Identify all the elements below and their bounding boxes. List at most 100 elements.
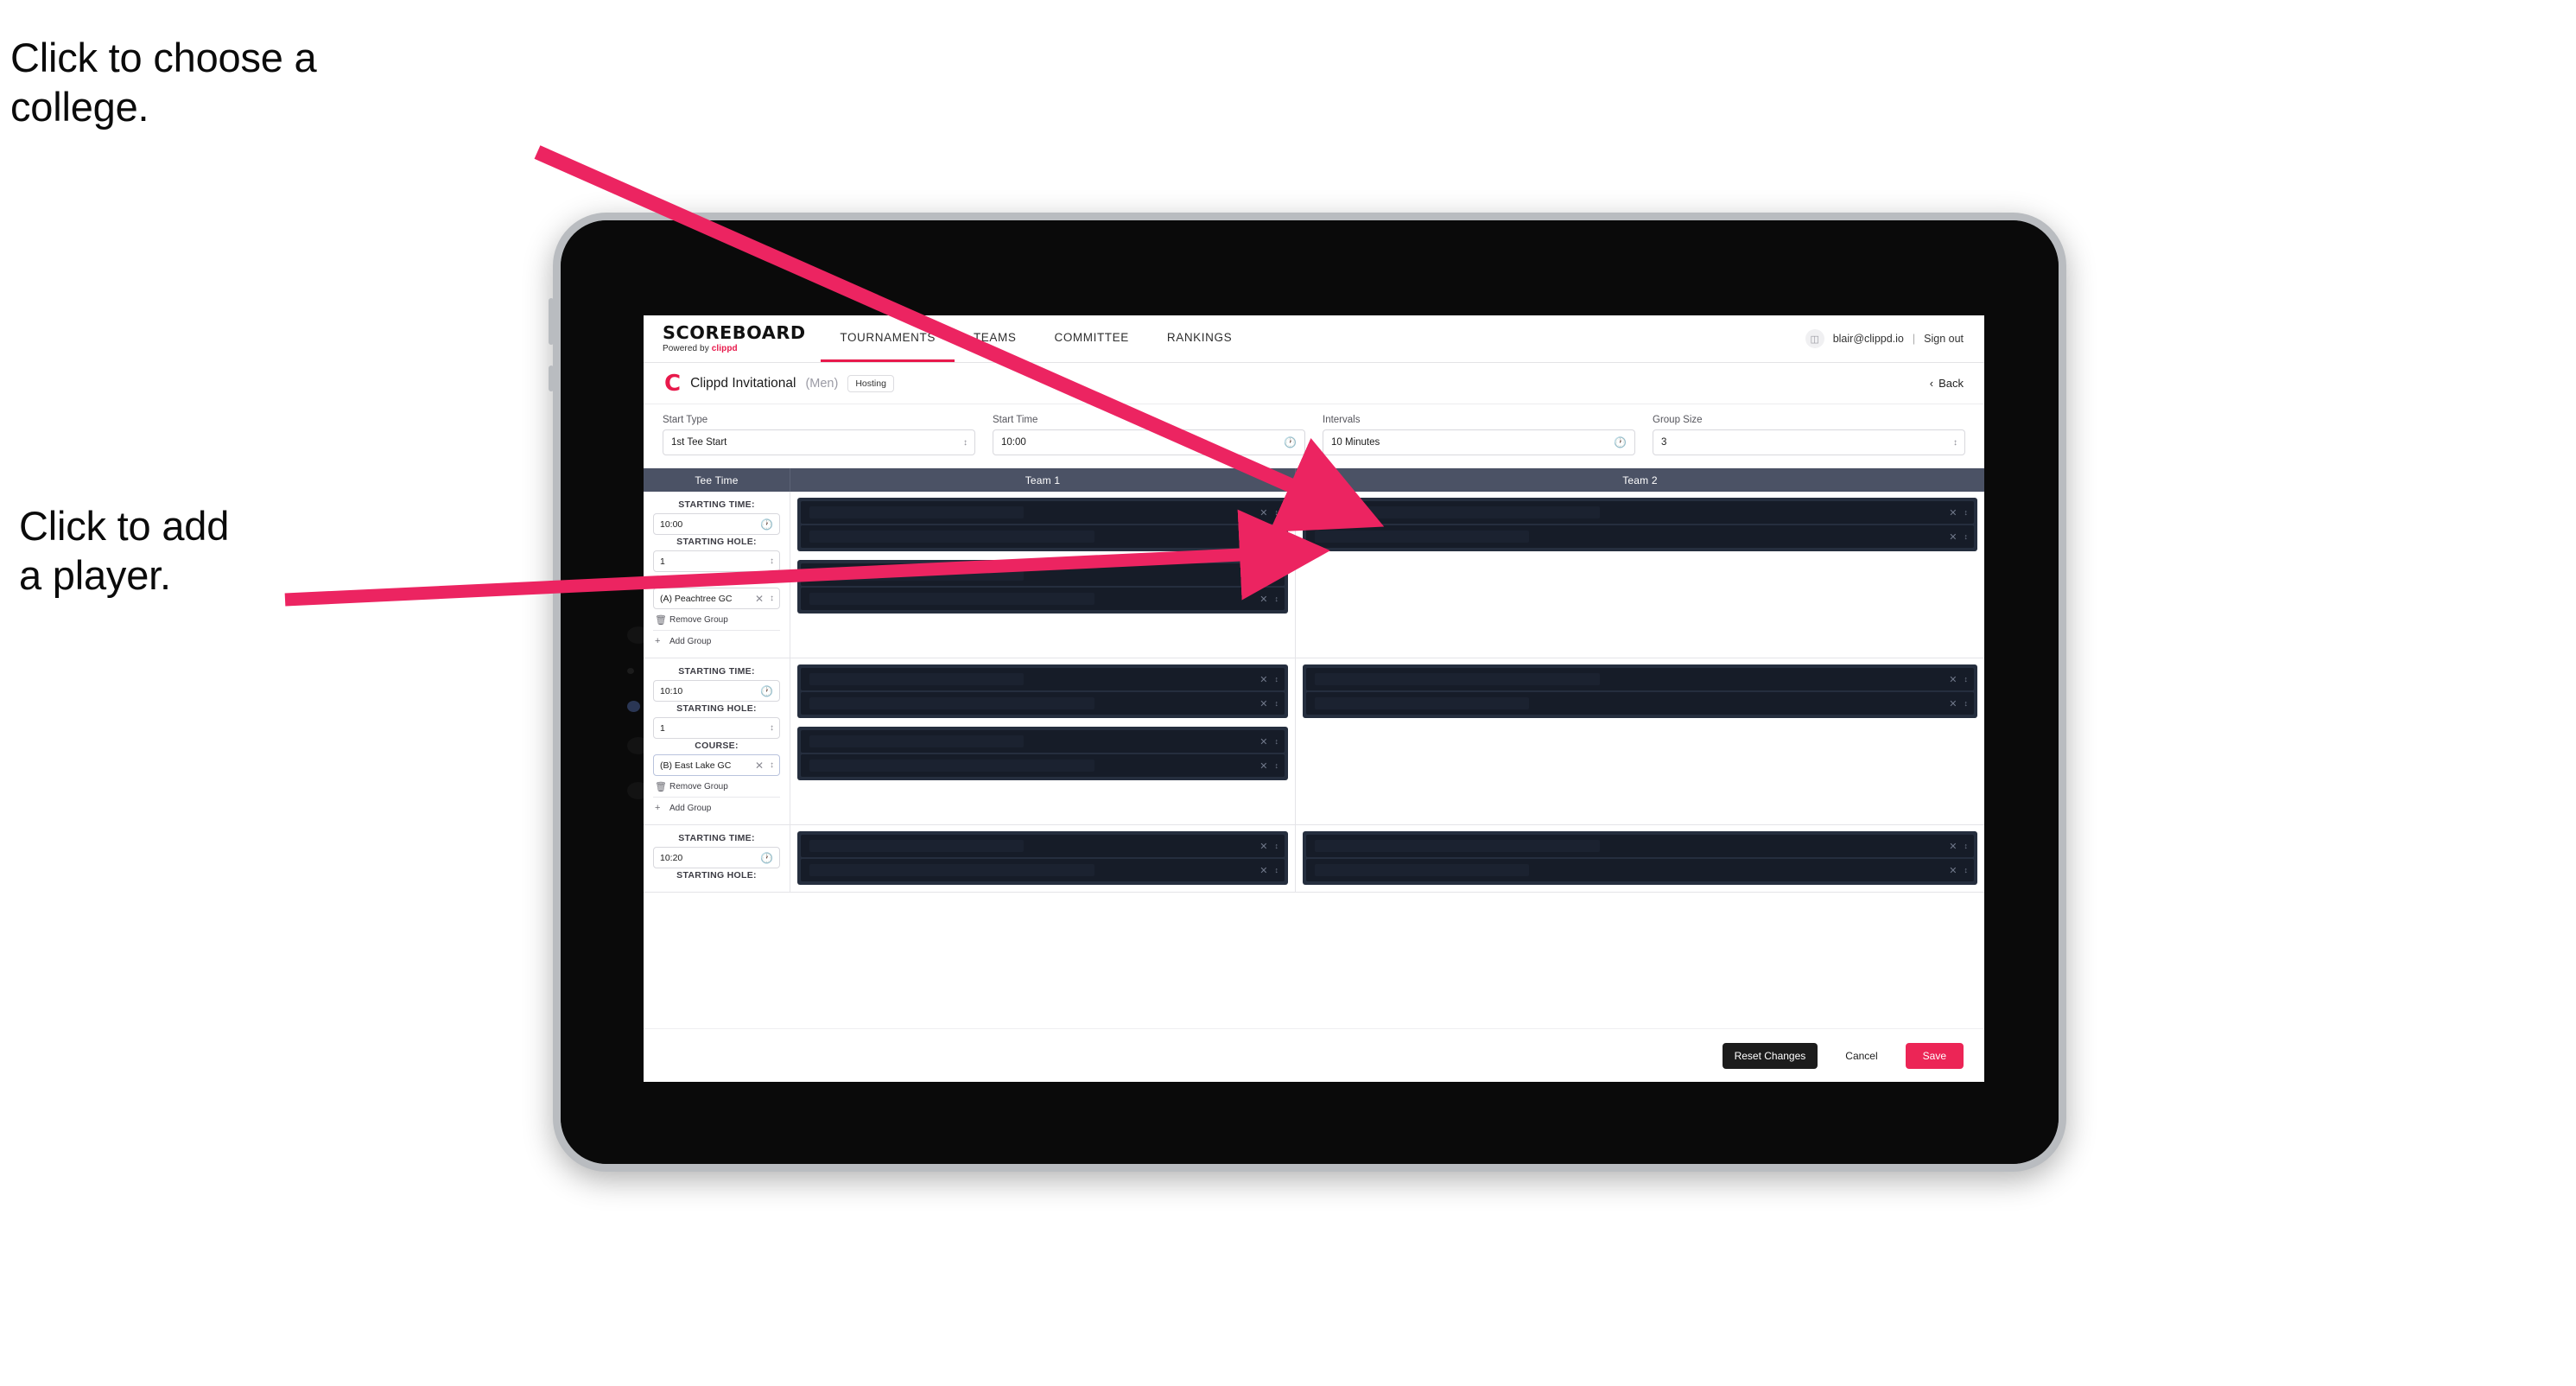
clear-icon[interactable]: ✕ [1259, 507, 1267, 518]
clear-icon[interactable]: ✕ [1949, 531, 1957, 543]
clock-icon[interactable]: 🕐 [1284, 436, 1297, 448]
clear-icon[interactable]: ✕ [1949, 674, 1957, 685]
player-row[interactable]: ✕ ↕ [1306, 501, 1974, 524]
player-name-redacted [809, 569, 1024, 581]
player-row[interactable]: ✕ ↕ [801, 835, 1285, 857]
starting-time-input[interactable]: 10:00 🕐 [653, 513, 780, 535]
reorder-icon[interactable]: ↕ [1275, 866, 1278, 874]
clear-icon[interactable]: ✕ [1259, 865, 1267, 876]
player-row[interactable]: ✕ ↕ [801, 859, 1285, 881]
clock-icon-2[interactable]: 🕐 [1614, 436, 1627, 448]
player-row[interactable]: ✕ ↕ [1306, 692, 1974, 715]
clear-icon[interactable]: ✕ [755, 760, 764, 772]
reorder-icon[interactable]: ↕ [1964, 508, 1968, 517]
player-row-actions: ✕ ↕ [1259, 841, 1278, 852]
reorder-icon[interactable]: ↕ [1964, 866, 1968, 874]
player-name-redacted [809, 864, 1094, 876]
reorder-icon[interactable]: ↕ [1275, 699, 1278, 708]
clear-icon[interactable]: ✕ [1949, 865, 1957, 876]
reorder-icon[interactable]: ↕ [1275, 532, 1278, 541]
player-row[interactable]: ✕ ↕ [801, 563, 1285, 586]
player-row-actions: ✕ ↕ [1949, 674, 1968, 685]
start-time-input[interactable]: 10:00 🕐 [993, 429, 1305, 455]
clear-icon[interactable]: ✕ [1949, 698, 1957, 709]
stepper-icon[interactable]: ↕ [770, 723, 774, 733]
player-group: ✕ ↕ ✕ ↕ [797, 560, 1288, 614]
group-size-select[interactable]: 3 ↕ [1653, 429, 1965, 455]
remove-group-button[interactable]: 🗑 Remove Group [653, 609, 780, 630]
reorder-icon[interactable]: ↕ [1275, 508, 1278, 517]
annotation-choose-college: Click to choose a college. [10, 35, 317, 130]
back-link[interactable]: ‹ Back [1930, 377, 1964, 390]
course-select[interactable]: (B) East Lake GC ✕ ↕ [653, 754, 780, 776]
clear-icon[interactable]: ✕ [1259, 531, 1267, 543]
reorder-icon[interactable]: ↕ [1275, 675, 1278, 683]
clear-icon[interactable]: ✕ [1949, 841, 1957, 852]
remove-group-label: Remove Group [669, 615, 728, 625]
reset-changes-button[interactable]: Reset Changes [1722, 1042, 1818, 1069]
save-button[interactable]: Save [1905, 1042, 1964, 1069]
clear-icon[interactable]: ✕ [1259, 569, 1267, 581]
player-name-redacted [809, 506, 1024, 518]
stepper-icon-2[interactable]: ↕ [1953, 438, 1957, 448]
player-row[interactable]: ✕ ↕ [801, 754, 1285, 777]
brand-logo[interactable]: SCOREBOARD Powered by clippd [663, 315, 821, 362]
reorder-icon[interactable]: ↕ [1275, 570, 1278, 579]
user-icon[interactable]: ◫ [1805, 329, 1824, 348]
stepper-icon[interactable]: ↕ [963, 438, 968, 448]
player-group: ✕ ↕ ✕ ↕ [797, 664, 1288, 718]
starting-time-input[interactable]: 10:10 🕐 [653, 680, 780, 702]
stepper-icon-2[interactable]: ↕ [770, 760, 774, 770]
player-row[interactable]: ✕ ↕ [801, 692, 1285, 715]
clock-icon[interactable]: 🕐 [760, 852, 773, 864]
reorder-icon[interactable]: ↕ [1275, 761, 1278, 770]
clear-icon[interactable]: ✕ [755, 593, 764, 605]
reorder-icon[interactable]: ↕ [1964, 842, 1968, 850]
add-group-button[interactable]: + Add Group [653, 797, 780, 817]
reorder-icon[interactable]: ↕ [1964, 675, 1968, 683]
player-row-actions: ✕ ↕ [1259, 865, 1278, 876]
clear-icon[interactable]: ✕ [1259, 698, 1267, 709]
starting-time-input[interactable]: 10:20 🕐 [653, 847, 780, 868]
player-row[interactable]: ✕ ↕ [1306, 859, 1974, 881]
player-row[interactable]: ✕ ↕ [801, 525, 1285, 548]
clear-icon[interactable]: ✕ [1259, 760, 1267, 772]
clear-icon[interactable]: ✕ [1259, 841, 1267, 852]
clear-icon[interactable]: ✕ [1259, 674, 1267, 685]
reorder-icon[interactable]: ↕ [1964, 699, 1968, 708]
player-row[interactable]: ✕ ↕ [801, 588, 1285, 610]
start-type-select[interactable]: 1st Tee Start ↕ [663, 429, 975, 455]
reorder-icon[interactable]: ↕ [1964, 532, 1968, 541]
player-row[interactable]: ✕ ↕ [1306, 835, 1974, 857]
reorder-icon[interactable]: ↕ [1275, 842, 1278, 850]
starting-hole-input[interactable]: 1 ↕ [653, 550, 780, 572]
clock-icon[interactable]: 🕐 [760, 518, 773, 531]
player-row[interactable]: ✕ ↕ [801, 501, 1285, 524]
column-header-team-1: Team 1 [790, 468, 1296, 492]
remove-group-button[interactable]: 🗑 Remove Group [653, 776, 780, 797]
player-row[interactable]: ✕ ↕ [801, 668, 1285, 690]
clear-icon[interactable]: ✕ [1259, 736, 1267, 747]
intervals-input[interactable]: 10 Minutes 🕐 [1323, 429, 1635, 455]
course-select[interactable]: (A) Peachtree GC ✕ ↕ [653, 588, 780, 609]
player-row[interactable]: ✕ ↕ [1306, 668, 1974, 690]
nav-item-tournaments[interactable]: TOURNAMENTS [821, 315, 955, 362]
add-group-button[interactable]: + Add Group [653, 630, 780, 651]
reorder-icon[interactable]: ↕ [1275, 737, 1278, 746]
remove-group-label: Remove Group [669, 782, 728, 792]
sign-out-link[interactable]: Sign out [1924, 333, 1964, 345]
nav-item-rankings[interactable]: RANKINGS [1148, 315, 1251, 362]
reorder-icon[interactable]: ↕ [1275, 594, 1278, 603]
clock-icon[interactable]: 🕐 [760, 685, 773, 697]
clear-icon[interactable]: ✕ [1949, 507, 1957, 518]
stepper-icon[interactable]: ↕ [770, 556, 774, 566]
stepper-icon-2[interactable]: ↕ [770, 594, 774, 603]
player-row-actions: ✕ ↕ [1949, 507, 1968, 518]
starting-hole-input[interactable]: 1 ↕ [653, 717, 780, 739]
nav-item-committee[interactable]: COMMITTEE [1035, 315, 1147, 362]
cancel-button[interactable]: Cancel [1833, 1043, 1889, 1069]
nav-item-teams[interactable]: TEAMS [955, 315, 1036, 362]
player-row[interactable]: ✕ ↕ [801, 730, 1285, 753]
player-row[interactable]: ✕ ↕ [1306, 525, 1974, 548]
clear-icon[interactable]: ✕ [1259, 594, 1267, 605]
